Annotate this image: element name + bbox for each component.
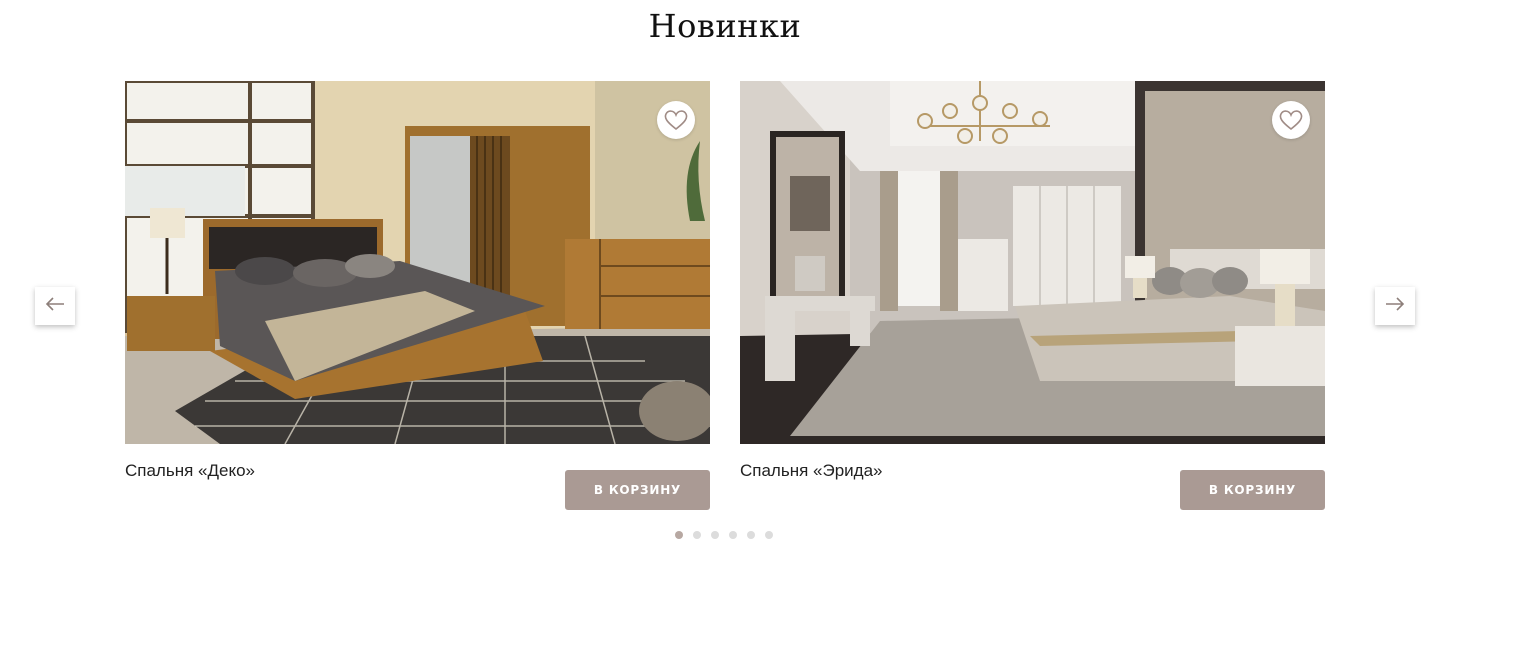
section-title: Новинки	[648, 7, 802, 45]
carousel-next-button[interactable]	[1375, 287, 1415, 325]
arrow-right-icon	[1385, 296, 1405, 317]
carousel-prev-button[interactable]	[35, 287, 75, 325]
arrow-left-icon	[45, 296, 65, 317]
heart-icon	[663, 108, 689, 132]
carousel-dot[interactable]	[675, 531, 683, 539]
carousel-dot[interactable]	[747, 531, 755, 539]
carousel-dot[interactable]	[693, 531, 701, 539]
carousel-dot[interactable]	[765, 531, 773, 539]
product-card: Спальня «Эрида» В КОРЗИНУ	[740, 81, 1325, 510]
carousel-pagination	[675, 531, 773, 539]
product-card: Спальня «Деко» В КОРЗИНУ	[125, 81, 710, 510]
product-name[interactable]: Спальня «Эрида»	[740, 461, 882, 481]
favorite-button[interactable]	[657, 101, 695, 139]
carousel-dot[interactable]	[711, 531, 719, 539]
product-image[interactable]	[125, 81, 710, 444]
add-to-cart-button[interactable]: В КОРЗИНУ	[1180, 470, 1325, 510]
product-name[interactable]: Спальня «Деко»	[125, 461, 255, 481]
product-image[interactable]	[740, 81, 1325, 444]
add-to-cart-button[interactable]: В КОРЗИНУ	[565, 470, 710, 510]
carousel-dot[interactable]	[729, 531, 737, 539]
heart-icon	[1278, 108, 1304, 132]
favorite-button[interactable]	[1272, 101, 1310, 139]
